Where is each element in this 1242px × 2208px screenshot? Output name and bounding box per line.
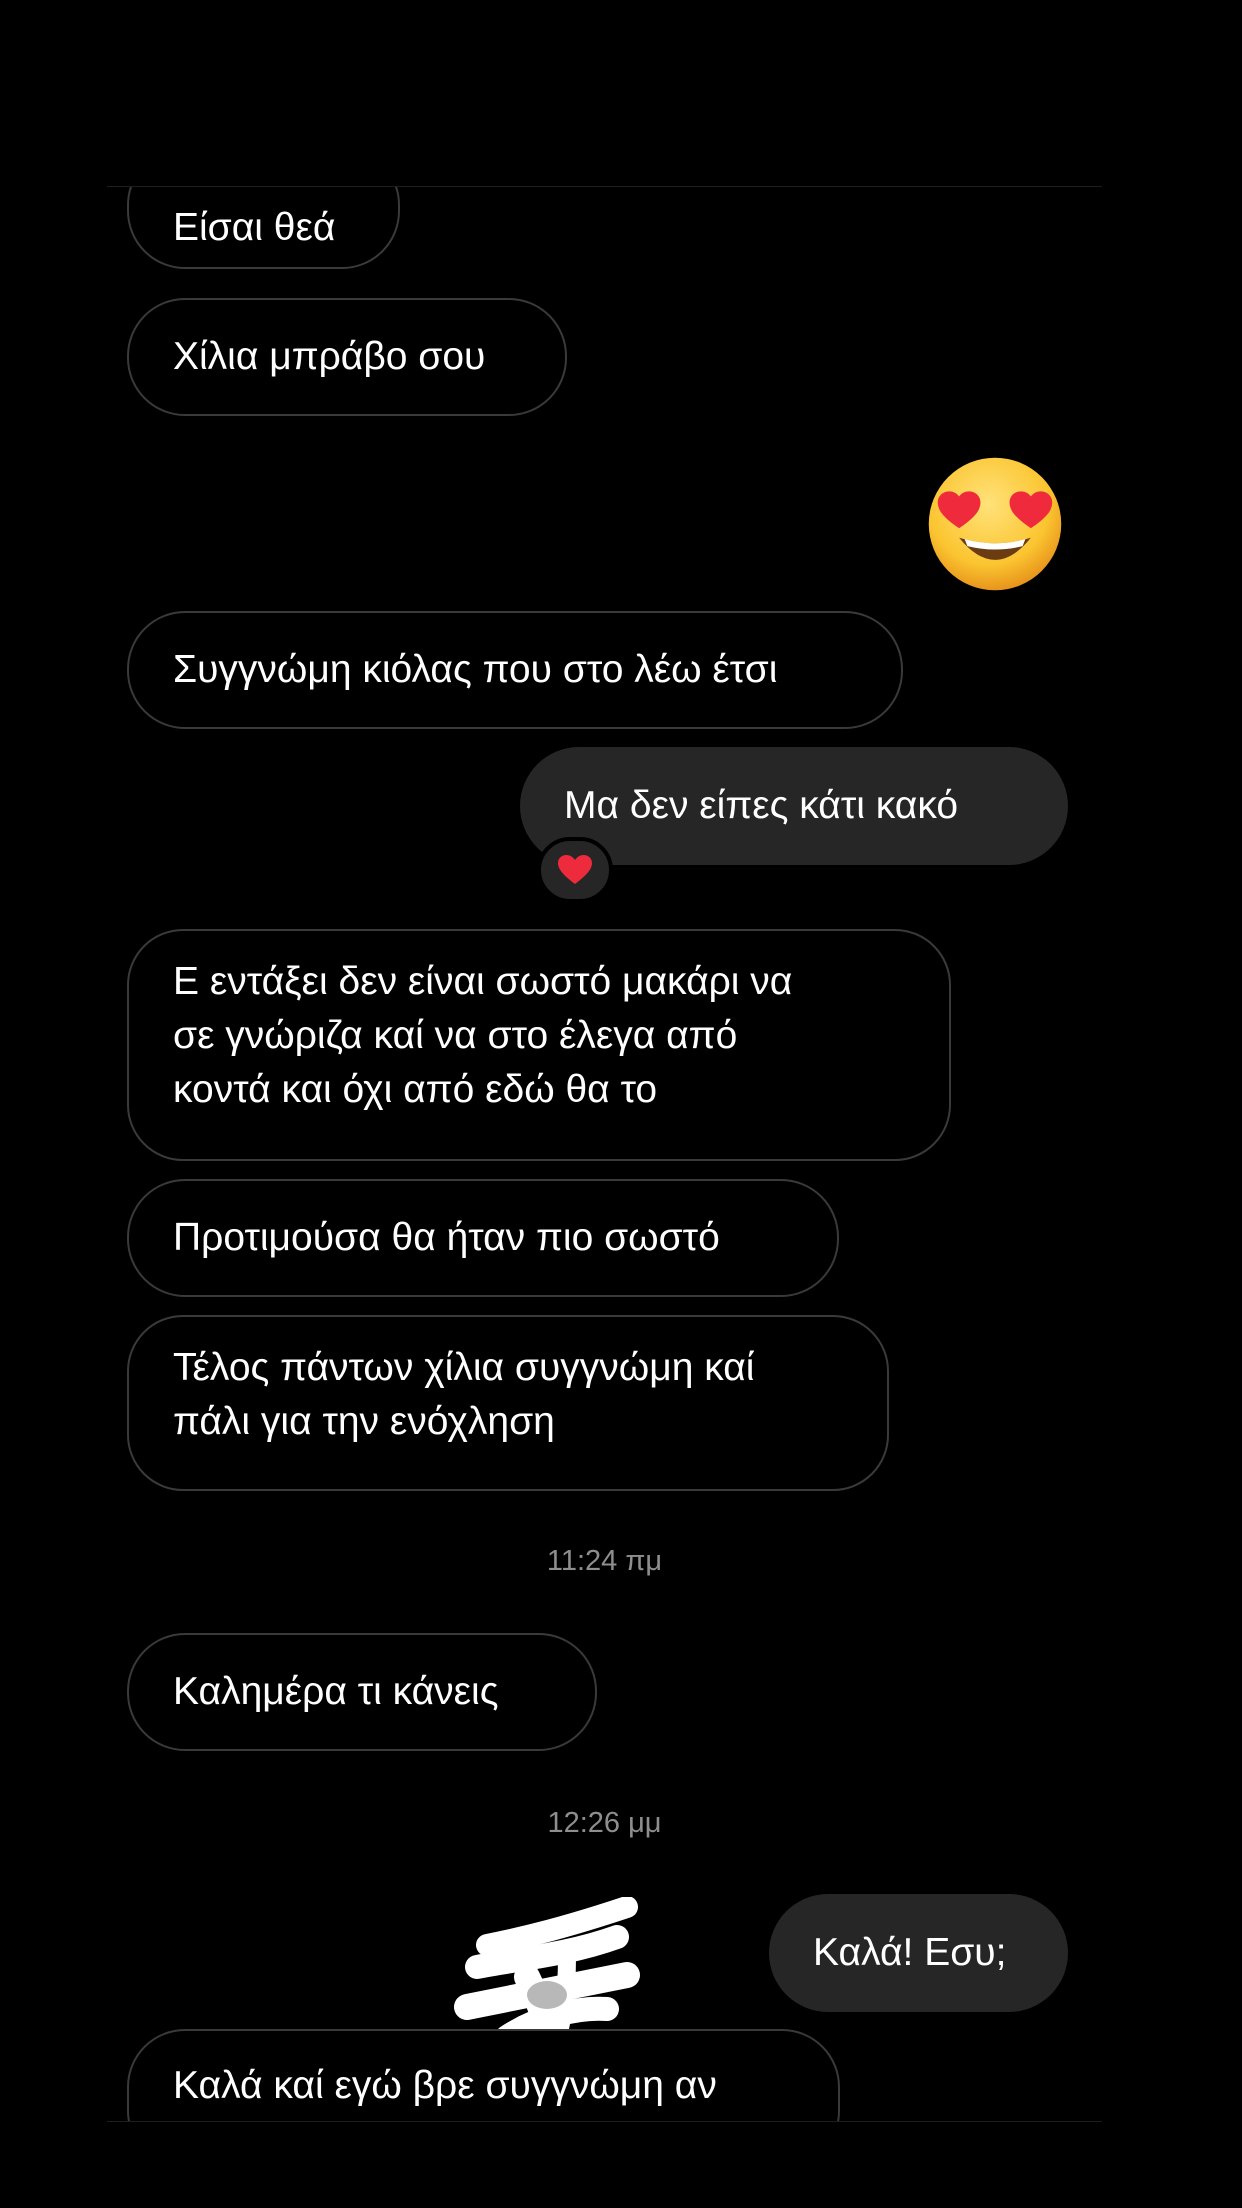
message-text: Είσαι θεά <box>173 206 336 249</box>
message-incoming[interactable]: Συγγνώμη κιόλας που στο λέω έτσι <box>127 611 903 729</box>
message-line: Τέλος πάντων χίλια συγγνώμη καί <box>173 1346 755 1389</box>
chat-thread[interactable]: Είσαι θεά Χίλια μπράβο σου Συγγνώμη κιόλ… <box>107 186 1102 2122</box>
message-incoming[interactable]: Προτιμούσα θα ήταν πιο σωστό <box>127 1179 839 1297</box>
message-incoming[interactable]: Ε εντάξει δεν είναι σωστό μακάρι να σε γ… <box>127 929 951 1161</box>
red-heart-icon <box>558 855 592 884</box>
message-line: κοντά και όχι από εδώ θα το <box>173 1068 658 1111</box>
message-outgoing[interactable]: Καλά! Εσυ; <box>769 1894 1068 2012</box>
message-text: Μα δεν είπες κάτι κακό <box>564 784 959 827</box>
message-line: πάλι για την ενόχληση <box>173 1400 555 1443</box>
message-text: Ε εντάξει δεν είναι σωστό μακάρι να σε γ… <box>173 955 792 1117</box>
message-incoming[interactable]: Καλά καί εγώ βρε συγγνώμη αν <box>127 2029 840 2121</box>
message-text: Τέλος πάντων χίλια συγγνώμη καί πάλι για… <box>173 1341 754 1449</box>
message-text: Συγγνώμη κιόλας που στο λέω έτσι <box>173 648 778 691</box>
message-incoming[interactable]: Τέλος πάντων χίλια συγγνώμη καί πάλι για… <box>127 1315 889 1491</box>
message-line: σε γνώριζα καί να στο έλεγα από <box>173 1014 738 1057</box>
timestamp: 12:26 μμ <box>547 1807 662 1839</box>
message-text: Προτιμούσα θα ήταν πιο σωστό <box>173 1216 720 1259</box>
message-text: Καλά! Εσυ; <box>813 1931 1007 1974</box>
reaction-badge[interactable] <box>537 837 613 903</box>
message-line: Ε εντάξει δεν είναι σωστό μακάρι να <box>173 960 793 1003</box>
message-text: Καλά καί εγώ βρε συγγνώμη αν <box>173 2064 717 2107</box>
message-incoming[interactable]: Είσαι θεά <box>127 187 400 269</box>
message-incoming[interactable]: Καλημέρα τι κάνεις <box>127 1633 597 1751</box>
message-text: Χίλια μπράβο σου <box>173 335 486 378</box>
message-incoming[interactable]: Χίλια μπράβο σου <box>127 298 567 416</box>
timestamp: 11:24 πμ <box>546 1545 663 1577</box>
heart-eyes-emoji-icon[interactable] <box>926 455 1064 593</box>
message-text: Καλημέρα τι κάνεις <box>173 1670 499 1713</box>
